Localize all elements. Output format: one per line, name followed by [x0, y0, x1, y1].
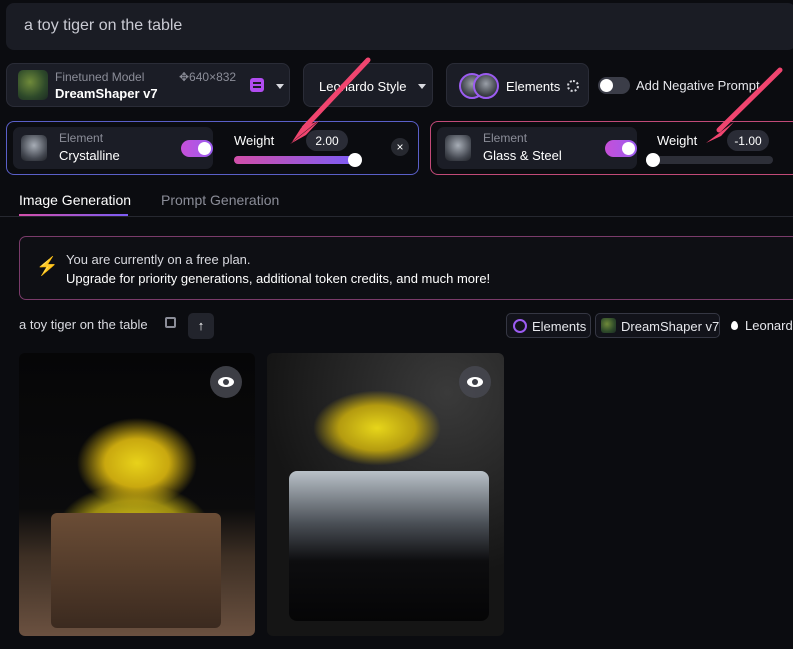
- annotation-arrow: [706, 67, 783, 143]
- annotation-arrows: [290, 57, 783, 144]
- annotation-arrow: [290, 57, 371, 144]
- arrow-head: [706, 122, 734, 143]
